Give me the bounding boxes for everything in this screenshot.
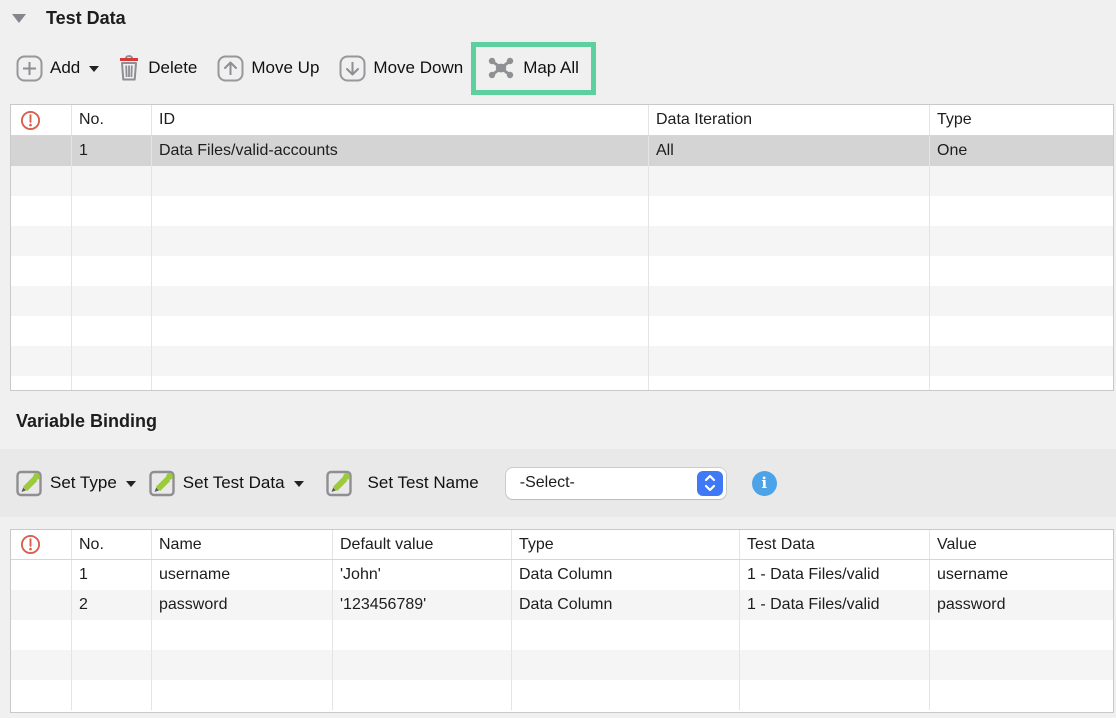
cell-name: username xyxy=(152,560,333,590)
column-header-default-value: Default value xyxy=(333,530,512,559)
column-header-name: Name xyxy=(152,530,333,559)
variable-binding-toolbar: Set Type Set Test Data Set Test Name xyxy=(0,449,1116,517)
move-down-label: Move Down xyxy=(373,58,463,78)
map-all-button[interactable]: Map All xyxy=(486,55,579,82)
column-header-type: Type xyxy=(930,105,1113,135)
select-stepper-icon xyxy=(697,471,723,496)
column-header-no: No. xyxy=(72,530,152,559)
empty-row xyxy=(11,226,1113,256)
delete-button[interactable]: Delete xyxy=(117,54,197,82)
test-data-table: No. ID Data Iteration Type 1 Data Files/… xyxy=(10,104,1114,391)
column-header-id: ID xyxy=(152,105,649,135)
test-data-section-header: Test Data xyxy=(12,8,126,29)
add-label: Add xyxy=(50,58,80,78)
cell-test-data: 1 - Data Files/valid xyxy=(740,560,930,590)
column-header-no: No. xyxy=(72,105,152,135)
edit-pencil-icon xyxy=(149,470,176,497)
test-data-row-1[interactable]: 1 Data Files/valid-accounts All One xyxy=(11,136,1113,166)
empty-row xyxy=(11,286,1113,316)
cell-test-data: 1 - Data Files/valid xyxy=(740,590,930,620)
variable-binding-title: Variable Binding xyxy=(16,411,157,431)
column-header-value: Value xyxy=(930,530,1113,559)
set-test-data-caret-icon xyxy=(294,481,304,487)
warning-column-header xyxy=(11,530,72,559)
cell-no: 1 xyxy=(72,136,152,166)
select-value: -Select- xyxy=(520,474,575,492)
variable-binding-table: No. Name Default value Type Test Data Va… xyxy=(10,529,1114,713)
empty-row xyxy=(11,376,1113,391)
set-type-button[interactable]: Set Type xyxy=(16,470,136,497)
cell-default-value: 'John' xyxy=(333,560,512,590)
test-data-toolbar: Add Delete Move Up xyxy=(16,43,596,93)
variable-binding-header: Variable Binding xyxy=(16,411,157,432)
add-button[interactable]: Add xyxy=(16,55,99,82)
cell-no: 1 xyxy=(72,560,152,590)
plus-icon xyxy=(16,55,43,82)
empty-row xyxy=(11,620,1113,650)
cell-value: password xyxy=(930,590,1113,620)
warning-icon xyxy=(20,534,41,555)
collapse-triangle-icon[interactable] xyxy=(12,14,26,23)
set-test-data-label: Set Test Data xyxy=(183,473,285,493)
set-test-data-button[interactable]: Set Test Data xyxy=(149,470,304,497)
test-data-table-header: No. ID Data Iteration Type xyxy=(11,105,1113,136)
map-all-icon xyxy=(486,55,516,82)
empty-row xyxy=(11,346,1113,376)
empty-row xyxy=(11,650,1113,680)
move-up-label: Move Up xyxy=(251,58,319,78)
edit-pencil-icon xyxy=(326,470,353,497)
test-data-title: Test Data xyxy=(46,8,126,29)
cell-default-value: '123456789' xyxy=(333,590,512,620)
set-test-name-label: Set Test Name xyxy=(368,473,479,493)
cell-data-iteration: All xyxy=(649,136,930,166)
column-header-data-iteration: Data Iteration xyxy=(649,105,930,135)
column-header-type: Type xyxy=(512,530,740,559)
variable-select-dropdown[interactable]: -Select- xyxy=(506,468,726,499)
empty-row xyxy=(11,316,1113,346)
trash-icon xyxy=(117,54,141,82)
variable-row-1[interactable]: 1 username 'John' Data Column 1 - Data F… xyxy=(11,560,1113,590)
map-all-highlight-box: Map All xyxy=(471,42,596,95)
empty-row xyxy=(11,256,1113,286)
cell-value: username xyxy=(930,560,1113,590)
set-type-caret-icon xyxy=(126,481,136,487)
cell-type: Data Column xyxy=(512,560,740,590)
warning-icon xyxy=(20,110,41,131)
arrow-down-icon xyxy=(339,55,366,82)
empty-row xyxy=(11,680,1113,710)
set-type-label: Set Type xyxy=(50,473,117,493)
arrow-up-icon xyxy=(217,55,244,82)
cell-name: password xyxy=(152,590,333,620)
variable-row-2[interactable]: 2 password '123456789' Data Column 1 - D… xyxy=(11,590,1113,620)
empty-row xyxy=(11,166,1113,196)
info-icon[interactable]: i xyxy=(752,471,777,496)
edit-pencil-icon xyxy=(16,470,43,497)
empty-row xyxy=(11,196,1113,226)
column-header-test-data: Test Data xyxy=(740,530,930,559)
variable-binding-table-header: No. Name Default value Type Test Data Va… xyxy=(11,530,1113,560)
set-test-name-button[interactable]: Set Test Name xyxy=(326,470,479,497)
move-up-button[interactable]: Move Up xyxy=(217,55,319,82)
cell-no: 2 xyxy=(72,590,152,620)
cell-type: One xyxy=(930,136,1113,166)
cell-type: Data Column xyxy=(512,590,740,620)
cell-id: Data Files/valid-accounts xyxy=(152,136,649,166)
add-dropdown-caret-icon xyxy=(89,66,99,72)
map-all-label: Map All xyxy=(523,58,579,78)
warning-column-header xyxy=(11,105,72,135)
delete-label: Delete xyxy=(148,58,197,78)
move-down-button[interactable]: Move Down xyxy=(339,55,463,82)
